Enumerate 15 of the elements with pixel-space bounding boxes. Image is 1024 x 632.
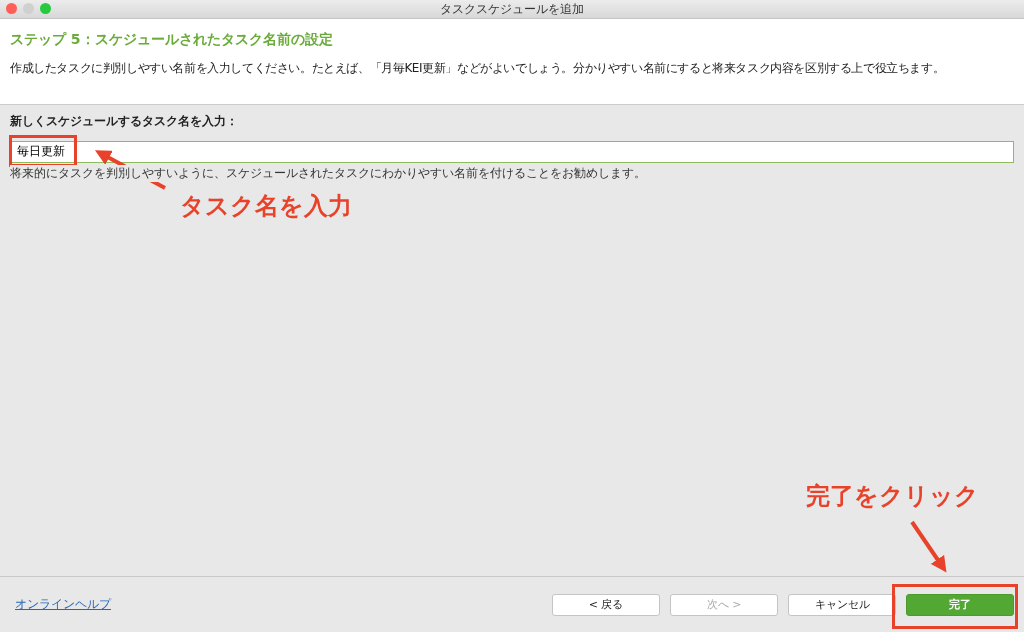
field-label: 新しくスケジュールするタスク名を入力： [10,113,239,130]
help-link[interactable]: オンラインヘルプ [15,596,552,613]
annotation-text: タスク名を入力 [180,191,352,222]
task-name-field[interactable]: 毎日更新 [10,140,1014,163]
window-title: タスクスケジュールを追加 [440,0,584,18]
annotation-text: 完了をクリック [806,481,979,512]
dialog-button[interactable]: < 戻る [552,593,660,616]
annotation-arrow [910,520,947,573]
zoom-icon[interactable] [40,3,51,14]
minimize-icon[interactable] [23,3,34,14]
step-title: ステップ 5：スケジュールされたタスク名前の設定 [10,31,334,49]
step-description: 作成したタスクに判別しやすい名前を入力してください。たとえば、「月毎KEI更新」などがよいでしょう。分かりやすい名前にすると将来タスク内容を区別する上で役立ちます。 [10,60,946,77]
close-icon[interactable] [6,3,17,14]
annotation-arrow [94,150,166,190]
dialog-button[interactable]: キャンセル [788,593,896,616]
